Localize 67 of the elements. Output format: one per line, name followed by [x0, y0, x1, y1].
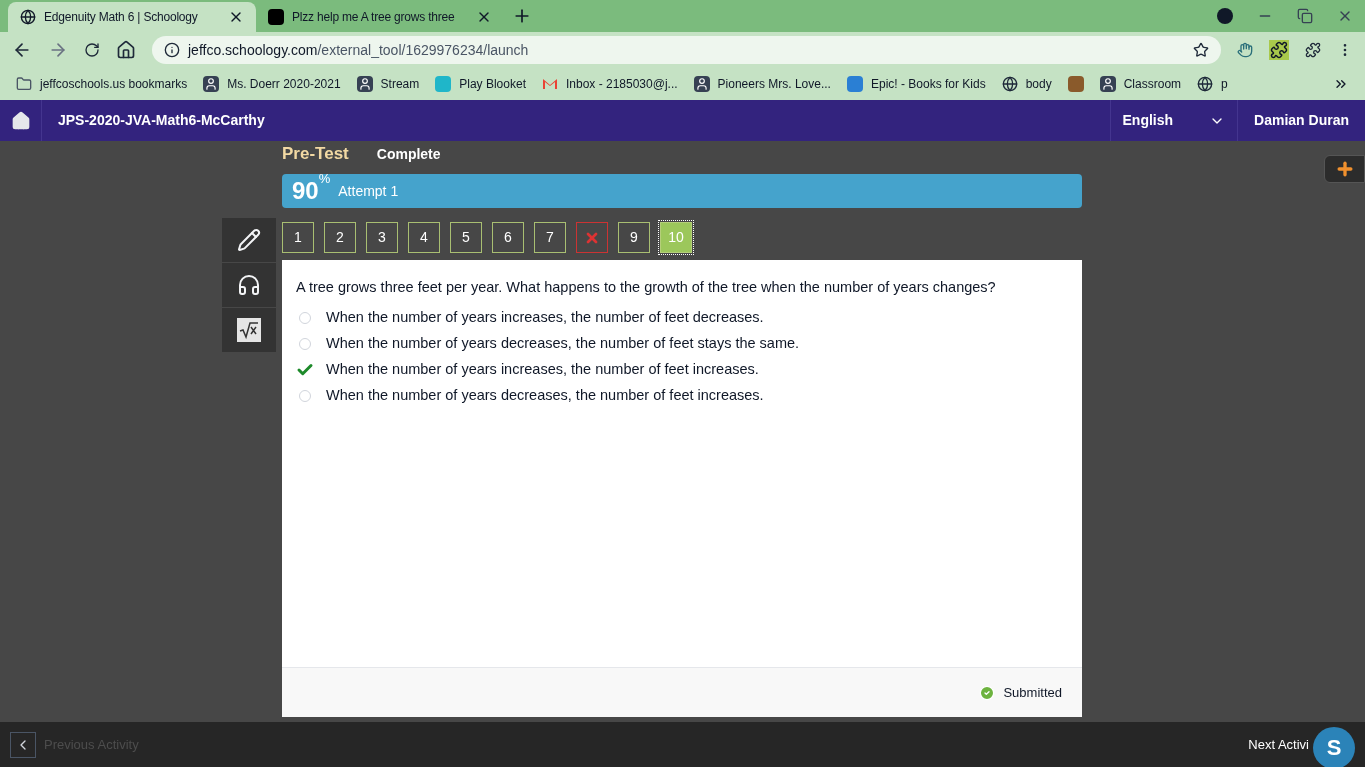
bookmark[interactable]: Epic! - Books for Kids: [846, 75, 986, 93]
browser-tab[interactable]: Plzz help me A tree grows three: [256, 2, 504, 32]
person-icon: [203, 76, 220, 92]
bookmark[interactable]: body: [1001, 75, 1052, 93]
bookmark[interactable]: Stream: [356, 75, 420, 93]
square-root-icon: [237, 318, 261, 342]
pencil-icon: [237, 228, 261, 252]
test-status: Complete: [376, 144, 441, 164]
bookmark[interactable]: Classroom: [1099, 75, 1182, 93]
question-text: A tree grows three feet per year. What happens to the growth of the tree when the number of years changes?: [296, 278, 997, 297]
mail-icon: [541, 78, 558, 90]
score: 90$^{%}$: [292, 173, 331, 206]
person-icon: [693, 76, 710, 92]
url-path: /external_tool/1629976234/launch: [317, 40, 529, 60]
headphones-icon: [237, 273, 261, 297]
test-title: Pre-Test: [282, 143, 349, 166]
question-button[interactable]: 9: [618, 222, 650, 253]
bookmark-star-icon[interactable]: [1193, 42, 1209, 58]
tab-title: Edgenuity Math 6 | Schoology: [44, 9, 199, 26]
question-button[interactable]: 3: [366, 222, 398, 253]
address-bar[interactable]: jeffco.schoology.com/external_tool/1629976234/launch: [152, 36, 1221, 64]
info-icon: [164, 42, 180, 58]
bookmark[interactable]: Play Blooket: [435, 75, 526, 93]
helper-bubble[interactable]: S: [1313, 726, 1355, 767]
bookmark[interactable]: Ms. Doerr 2020-2021: [203, 75, 341, 93]
question-button[interactable]: 7: [534, 222, 566, 253]
folder-icon: [16, 76, 32, 92]
answer-text: When the number of years decreases, the number of feet increases.: [326, 385, 764, 405]
hand-icon[interactable]: [1237, 42, 1253, 58]
add-button[interactable]: [1324, 155, 1365, 183]
globe-icon: [20, 9, 36, 25]
bookmark[interactable]: p: [1197, 75, 1228, 93]
restore-icon[interactable]: [1297, 8, 1313, 24]
extension-icon[interactable]: [1269, 40, 1289, 60]
pencil-tool[interactable]: [222, 218, 276, 262]
browser-tab[interactable]: Edgenuity Math 6 | Schoology: [8, 2, 256, 32]
answer-text: When the number of years decreases, the number of feet stays the same.: [326, 333, 800, 353]
extensions-icon[interactable]: [1305, 42, 1321, 58]
home-icon[interactable]: [10, 110, 31, 131]
person-icon: [1099, 76, 1116, 92]
home-icon[interactable]: [116, 40, 136, 60]
submission-status: Submitted: [1003, 683, 1062, 702]
user-name[interactable]: Damian Duran: [1237, 100, 1365, 141]
question-button[interactable]: 6: [492, 222, 524, 253]
audio-tool[interactable]: [222, 263, 276, 307]
next-activity[interactable]: Next Activi: [1248, 734, 1309, 755]
bookmark[interactable]: jeffcoschools.us bookmarks: [16, 75, 188, 93]
bookmark[interactable]: Pioneers Mrs. Love...: [693, 75, 831, 93]
url-host: jeffco.schoology.com: [188, 40, 318, 60]
previous-button[interactable]: [10, 731, 36, 758]
attempt-label: Attempt 1: [338, 181, 399, 201]
globe-icon: [1001, 76, 1018, 92]
question-button[interactable]: 4: [408, 222, 440, 253]
check-circle-icon: [979, 684, 996, 701]
question-button[interactable]: 2: [324, 222, 356, 253]
language-select[interactable]: English: [1109, 100, 1238, 141]
question-button[interactable]: 5: [450, 222, 482, 253]
reload-icon[interactable]: [84, 42, 100, 58]
tab-title: Plzz help me A tree grows three: [292, 9, 456, 26]
course-title: JPS-2020-JVA-Math6-McCarthy: [58, 111, 265, 130]
bookmark[interactable]: Inbox - 2185030@j...: [541, 75, 678, 93]
person-icon: [356, 76, 373, 92]
answer-text: When the number of years increases, the number of feet increases.: [326, 359, 759, 379]
question-button[interactable]: 1: [282, 222, 314, 253]
answer-text: When the number of years increases, the number of feet decreases.: [326, 307, 764, 327]
calculator-tool[interactable]: [222, 308, 276, 352]
globe-icon: [1197, 76, 1214, 92]
